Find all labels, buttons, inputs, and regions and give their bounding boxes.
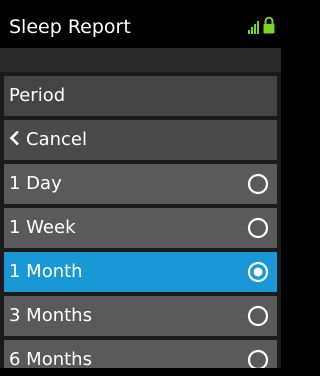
option-label: 1 Week	[9, 217, 76, 238]
cancel-content: Cancel	[9, 120, 87, 160]
lock-icon	[263, 16, 275, 34]
option-1-day[interactable]: 1 Day	[4, 164, 277, 204]
radio-selected-icon[interactable]	[247, 261, 269, 283]
cancel-label: Cancel	[26, 129, 87, 150]
title-spacer	[0, 48, 281, 72]
menu-header: Period	[4, 76, 277, 116]
radio-unselected-icon[interactable]	[247, 305, 269, 327]
title-bar: Sleep Report	[0, 0, 281, 48]
radio-unselected-icon[interactable]	[247, 173, 269, 195]
bottom-bar	[0, 368, 281, 376]
sleep-report-screen: Sleep Report Period Cancel 1 Day 1 Week …	[0, 0, 281, 376]
signal-bars-icon	[248, 20, 259, 34]
status-icons	[248, 14, 275, 34]
option-label: 3 Months	[9, 305, 92, 326]
option-3-months[interactable]: 3 Months	[4, 296, 277, 336]
cancel-button[interactable]: Cancel	[4, 120, 277, 160]
option-1-month[interactable]: 1 Month	[4, 252, 277, 292]
option-label: 1 Month	[9, 261, 83, 282]
page-title: Sleep Report	[9, 16, 131, 38]
option-1-week[interactable]: 1 Week	[4, 208, 277, 248]
menu-header-label: Period	[9, 85, 66, 106]
radio-unselected-icon[interactable]	[247, 217, 269, 239]
chevron-left-icon	[9, 120, 19, 160]
option-label: 1 Day	[9, 173, 62, 194]
period-menu: Period Cancel 1 Day 1 Week 1 Month 3 Mon…	[0, 72, 281, 376]
